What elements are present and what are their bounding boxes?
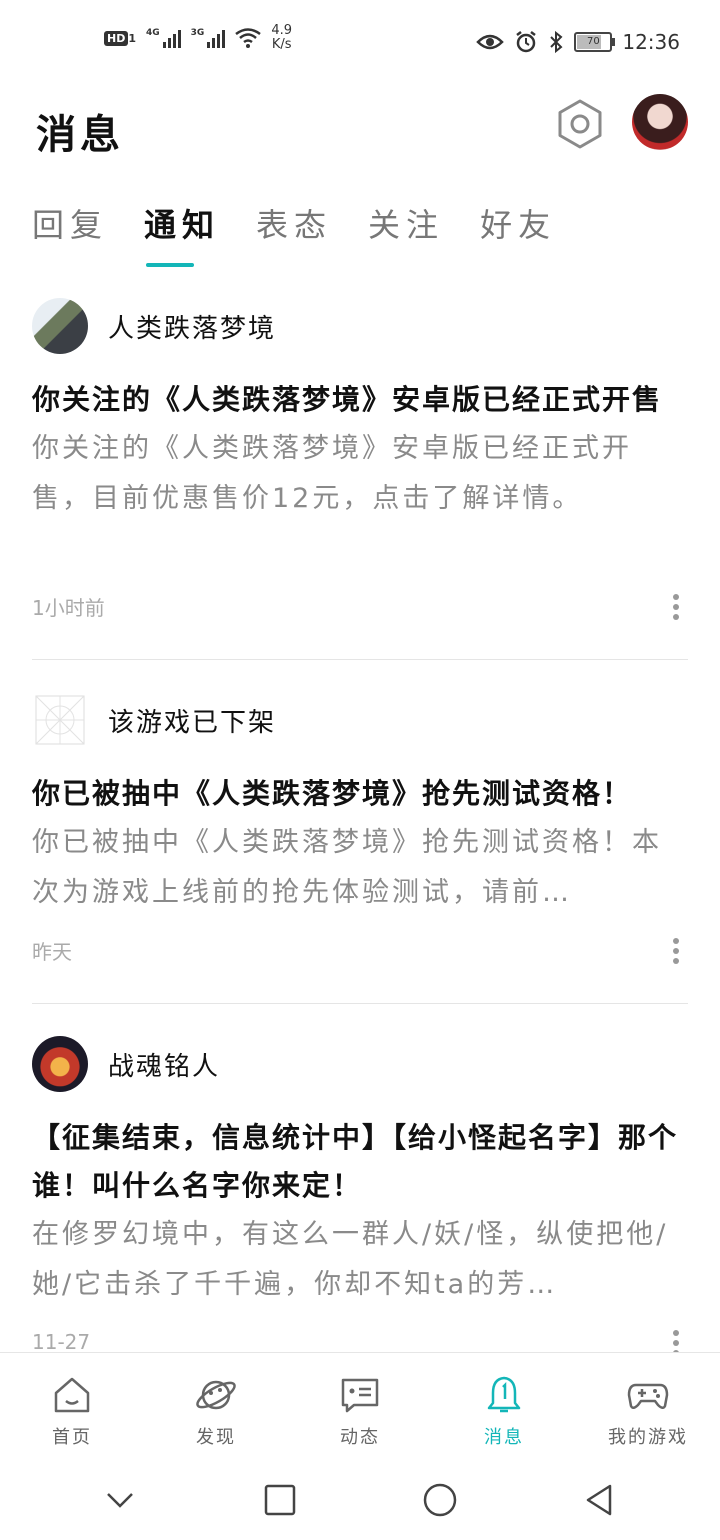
home-icon xyxy=(54,1377,90,1413)
clock: 12:36 xyxy=(622,30,680,54)
source-name[interactable]: 战魂铭人 xyxy=(108,1046,220,1083)
divider xyxy=(32,1003,688,1004)
divider xyxy=(32,659,688,660)
status-right: 70 12:36 xyxy=(476,30,680,54)
nav-label: 发现 xyxy=(196,1427,236,1448)
battery-icon: 70 xyxy=(574,32,616,52)
nav-label: 动态 xyxy=(340,1427,380,1448)
notification-time: 1小时前 xyxy=(32,596,105,620)
active-tab-indicator xyxy=(146,263,194,267)
home-circle-icon[interactable] xyxy=(420,1480,460,1520)
source-name[interactable]: 该游戏已下架 xyxy=(108,702,276,739)
settings-hex-icon xyxy=(558,99,602,149)
nav-label: 消息 xyxy=(484,1427,524,1448)
notification-item[interactable]: 人类跌落梦境 你关注的《人类跌落梦境》安卓版已经正式开售 你关注的《人类跌落梦境… xyxy=(32,296,688,620)
settings-button[interactable] xyxy=(554,98,606,150)
more-options-button[interactable] xyxy=(672,938,680,964)
game-avatar[interactable] xyxy=(32,1036,88,1092)
notification-time: 11-27 xyxy=(32,1330,91,1354)
tab-friends[interactable]: 好友 xyxy=(480,200,556,246)
net1-label: 4G xyxy=(146,28,160,38)
placeholder-avatar[interactable] xyxy=(32,692,88,748)
nav-my-games[interactable]: 我的游戏 xyxy=(576,1353,720,1461)
nav-home[interactable]: 首页 xyxy=(0,1353,144,1461)
page-title: 消息 xyxy=(36,111,124,158)
notification-time: 昨天 xyxy=(32,940,72,964)
source-name[interactable]: 人类跌落梦境 xyxy=(108,308,276,345)
notification-title: 你已被抽中《人类跌落梦境》抢先测试资格！ xyxy=(32,777,633,810)
bottom-nav: 首页 发现 动态 消息 我的游戏 xyxy=(0,1352,720,1461)
chevron-down-icon[interactable] xyxy=(100,1480,140,1520)
more-options-button[interactable] xyxy=(672,594,680,620)
notification-item[interactable]: 该游戏已下架 你已被抽中《人类跌落梦境》抢先测试资格！ 你已被抽中《人类跌落梦境… xyxy=(32,690,688,964)
net-speed-value: 4.9 xyxy=(271,23,292,38)
battery-level: 70 xyxy=(586,36,600,47)
bluetooth-icon xyxy=(550,30,563,54)
signal-4g-icon: 4G xyxy=(146,28,181,48)
tab-reaction[interactable]: 表态 xyxy=(256,200,332,246)
user-avatar[interactable] xyxy=(632,94,688,150)
tab-notification[interactable]: 通知 xyxy=(144,200,220,246)
notification-body: 你已被抽中《人类跌落梦境》抢先测试资格！本次为游戏上线前的抢先体验测试，请前… xyxy=(32,827,662,908)
status-left: HD 1 4G 3G 4.9 K/s xyxy=(104,24,292,52)
notification-body: 你关注的《人类跌落梦境》安卓版已经正式开售，目前优惠售价12元，点击了解详情。 xyxy=(32,433,632,514)
notification-source[interactable]: 该游戏已下架 xyxy=(32,690,688,750)
nav-messages[interactable]: 消息 xyxy=(432,1353,576,1461)
nav-label: 我的游戏 xyxy=(608,1427,688,1448)
sim1-label: 1 xyxy=(128,31,136,45)
notification-title: 【征集结束，信息统计中】【给小怪起名字】那个谁！叫什么名字你来定！ xyxy=(32,1121,679,1202)
planet-icon xyxy=(196,1380,236,1410)
hd-label: HD xyxy=(104,30,129,46)
signal-3g-icon: 3G xyxy=(191,28,226,48)
status-bar: HD 1 4G 3G 4.9 K/s 70 12:36 xyxy=(0,0,720,84)
wifi-icon xyxy=(235,28,262,48)
nav-discover[interactable]: 发现 xyxy=(144,1353,288,1461)
notification-body: 在修罗幻境中，有这么一群人/妖/怪，纵使把他/她/它击杀了千千遍，你却不知ta的… xyxy=(32,1219,669,1300)
recents-square-icon[interactable] xyxy=(260,1480,300,1520)
net-speed: 4.9 K/s xyxy=(271,24,292,52)
eye-icon xyxy=(476,34,505,50)
header: 消息 xyxy=(0,84,720,174)
tab-reply[interactable]: 回复 xyxy=(32,200,108,246)
bell-icon xyxy=(487,1376,521,1413)
placeholder-grid-icon xyxy=(35,695,85,745)
system-nav-bar xyxy=(0,1460,720,1540)
alarm-icon xyxy=(516,31,537,53)
notification-item[interactable]: 战魂铭人 【征集结束，信息统计中】【给小怪起名字】那个谁！叫什么名字你来定！ 在… xyxy=(32,1034,688,1356)
back-triangle-icon[interactable] xyxy=(580,1480,620,1520)
tab-follow[interactable]: 关注 xyxy=(368,200,444,246)
notification-source[interactable]: 人类跌落梦境 xyxy=(32,296,688,356)
nav-label: 首页 xyxy=(52,1427,92,1448)
gamepad-icon xyxy=(627,1383,669,1409)
notification-source[interactable]: 战魂铭人 xyxy=(32,1034,688,1094)
nav-feed[interactable]: 动态 xyxy=(288,1353,432,1461)
feed-icon xyxy=(341,1378,379,1413)
hd-badge: HD 1 xyxy=(104,30,136,46)
game-avatar[interactable] xyxy=(32,298,88,354)
net2-label: 3G xyxy=(190,28,205,38)
net-speed-unit: K/s xyxy=(271,37,292,52)
notification-title: 你关注的《人类跌落梦境》安卓版已经正式开售 xyxy=(32,383,663,416)
message-tabs: 回复 通知 表态 关注 好友 xyxy=(32,200,556,246)
